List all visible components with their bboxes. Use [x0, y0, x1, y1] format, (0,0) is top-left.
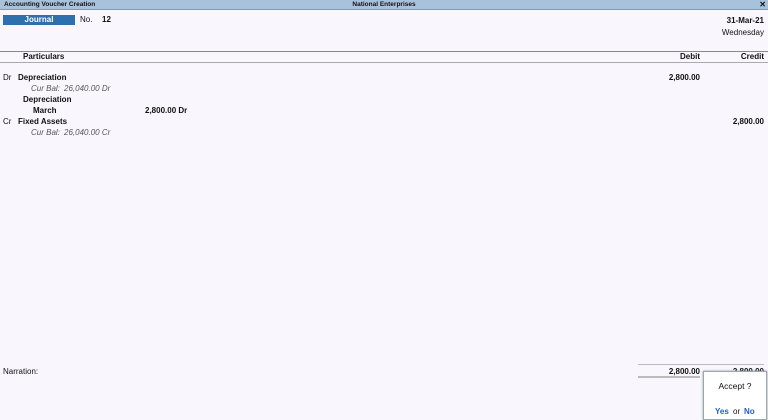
entry-ledger[interactable]: Depreciation — [18, 73, 66, 82]
column-header: Particulars Debit Credit — [0, 51, 768, 63]
cur-bal-value: 26,040.00 Cr — [64, 128, 111, 137]
narration-label: Narration: — [3, 367, 39, 376]
accept-question: Accept ? — [718, 381, 752, 391]
voucher-date[interactable]: 31-Mar-21 — [727, 16, 764, 25]
entry-debit-amount[interactable]: 2,800.00 — [620, 73, 700, 82]
title-bar: Accounting Voucher Creation National Ent… — [0, 0, 768, 10]
header-debit: Debit — [680, 52, 700, 61]
or-label: or — [733, 407, 741, 416]
cost-centre-amount[interactable]: 2,800.00 Dr — [145, 106, 187, 115]
totals-underline — [638, 376, 700, 378]
close-icon[interactable]: ✕ — [759, 0, 766, 9]
entry-drcr[interactable]: Dr — [3, 73, 11, 82]
cur-bal-label: Cur Bal: — [31, 84, 60, 93]
cost-centre[interactable]: March — [33, 106, 57, 115]
cur-bal-value: 26,040.00 Dr — [64, 84, 111, 93]
company-name: National Enterprises — [352, 1, 416, 8]
entry-credit-amount[interactable]: 2,800.00 — [684, 117, 764, 126]
no-button[interactable]: No — [744, 407, 755, 416]
voucher-no-label: No. — [80, 15, 93, 24]
entry-drcr[interactable]: Cr — [3, 117, 11, 126]
voucher-no-value[interactable]: 12 — [102, 15, 111, 24]
total-debit: 2,800.00 — [668, 367, 700, 376]
voucher-day: Wednesday — [721, 28, 764, 37]
accept-dialog: Accept ? Yes or No — [703, 371, 767, 420]
yes-button[interactable]: Yes — [715, 407, 729, 416]
header-particulars: Particulars — [23, 52, 65, 61]
cur-bal-label: Cur Bal: — [31, 128, 60, 137]
totals-divider — [638, 364, 764, 365]
cost-category[interactable]: Depreciation — [23, 95, 71, 104]
header-credit: Credit — [740, 52, 764, 61]
entry-ledger[interactable]: Fixed Assets — [18, 117, 67, 126]
voucher-type[interactable]: Journal — [3, 15, 75, 25]
